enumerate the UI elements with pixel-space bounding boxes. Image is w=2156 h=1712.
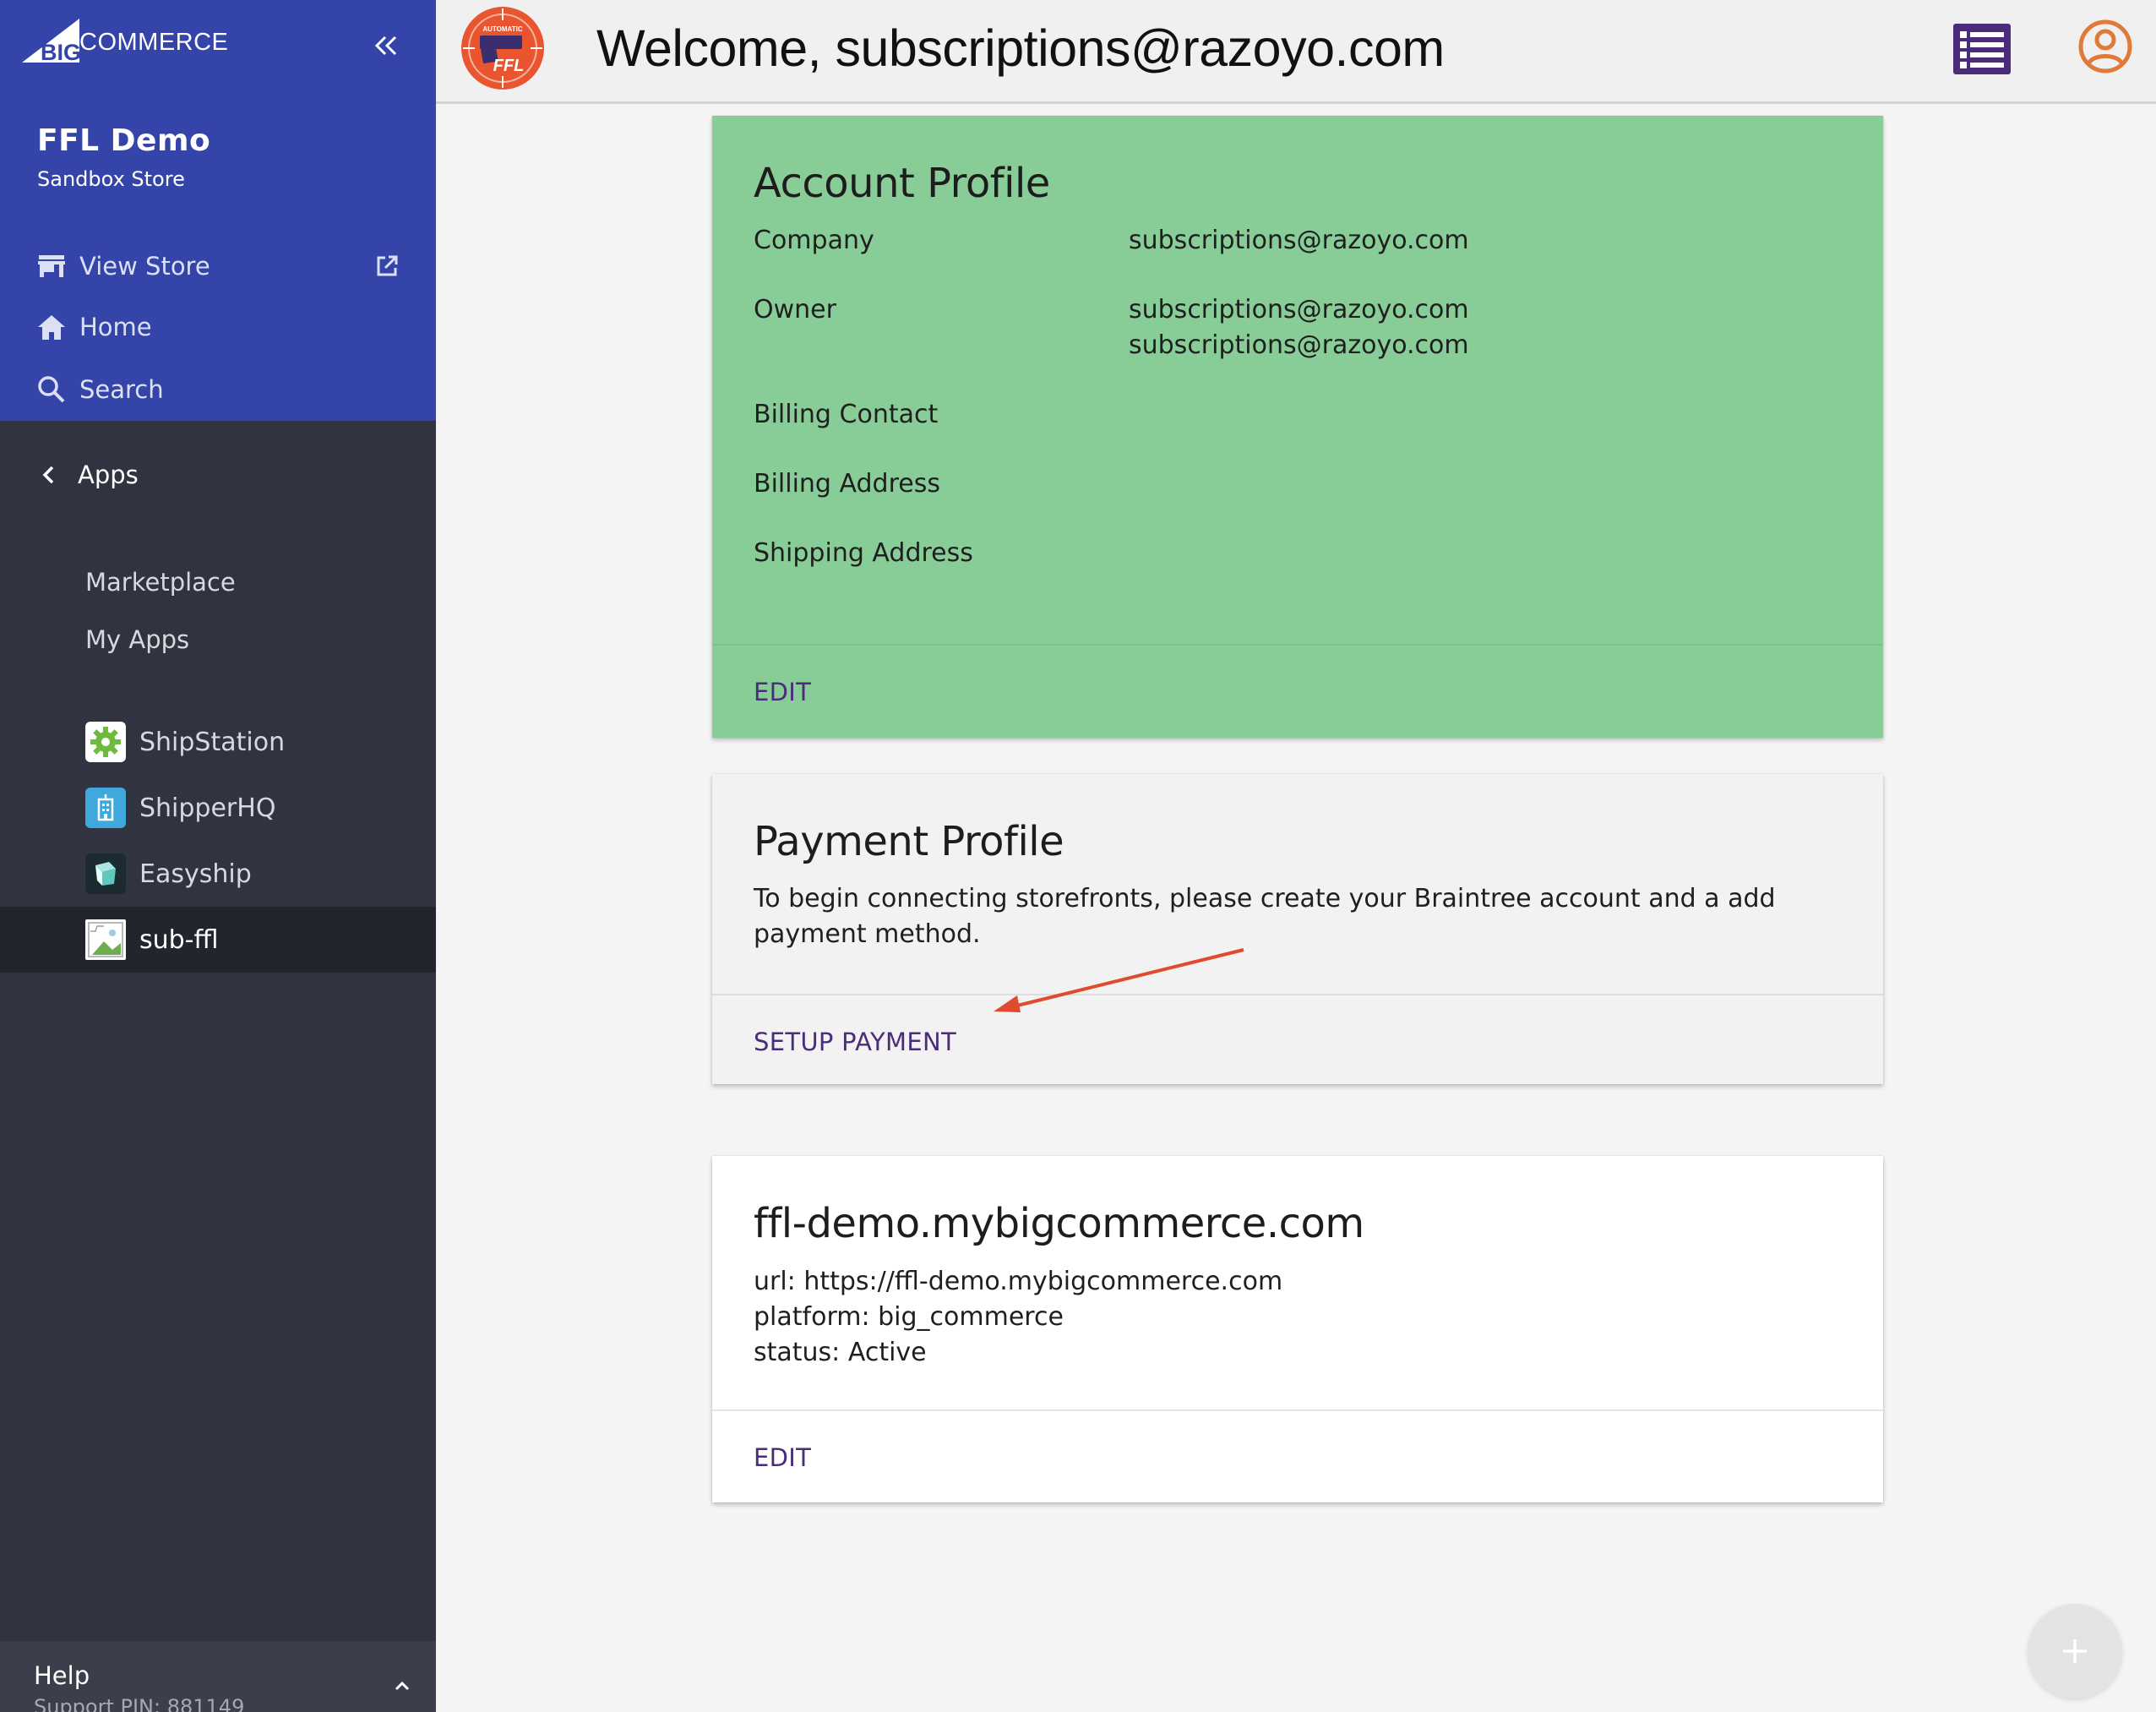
storefront-status: status: Active — [754, 1338, 927, 1367]
payment-profile-description: To begin connecting storefronts, please … — [754, 884, 1776, 949]
app-label: Easyship — [139, 859, 252, 889]
card-divider — [712, 1409, 1883, 1411]
storefront-url: url: https://ffl-demo.mybigcommerce.com — [754, 1267, 1283, 1296]
apps-section-label: Apps — [78, 461, 139, 489]
automatic-ffl-logo: AUTOMATIC FFL — [461, 7, 544, 90]
help-title: Help — [34, 1661, 90, 1690]
account-profile-card: Account Profile Company subscriptions@ra… — [712, 116, 1883, 738]
plus-icon — [2063, 1639, 2087, 1663]
storefront-title: ffl-demo.mybigcommerce.com — [754, 1200, 1364, 1247]
app-item-shipperhq[interactable]: ShipperHQ — [0, 775, 436, 841]
sidebar-item-my-apps[interactable]: My Apps — [85, 625, 189, 654]
sidebar-item-marketplace[interactable]: Marketplace — [85, 568, 236, 597]
storefront-platform: platform: big_commerce — [754, 1302, 1064, 1332]
easyship-box-icon — [85, 853, 126, 894]
shipping-address-label: Shipping Address — [754, 538, 973, 568]
nav-home[interactable]: Home — [37, 306, 152, 348]
app-label: ShipperHQ — [139, 793, 276, 823]
external-link-icon[interactable] — [374, 254, 400, 279]
billing-contact-label: Billing Contact — [754, 400, 939, 429]
nav-view-store[interactable]: View Store — [37, 245, 210, 287]
app-label: sub-ffl — [139, 924, 219, 955]
app-item-shipstation[interactable]: ShipStation — [0, 709, 436, 775]
storefront-icon — [38, 255, 65, 277]
annotation-arrow-icon — [994, 948, 1244, 1012]
collapse-sidebar-icon[interactable] — [370, 30, 400, 61]
bigcommerce-logo-mark-icon: BIG — [22, 19, 81, 65]
welcome-title: Welcome, subscriptions@razoyo.com — [596, 19, 1445, 77]
storefront-edit-button[interactable]: EDIT — [754, 1443, 811, 1472]
bigcommerce-logo[interactable]: BIG COMMERCE — [22, 19, 228, 66]
card-divider — [712, 994, 1883, 995]
app-item-sub-ffl[interactable]: sub-ffl — [0, 907, 436, 973]
company-value: subscriptions@razoyo.com — [1129, 226, 1469, 255]
setup-payment-button[interactable]: SETUP PAYMENT — [754, 1028, 956, 1056]
broken-image-icon — [85, 919, 126, 960]
account-profile-title: Account Profile — [754, 160, 1050, 207]
app-item-easyship[interactable]: Easyship — [0, 841, 436, 907]
nav-search[interactable]: Search — [37, 368, 164, 411]
logo-main-text: FFL — [493, 57, 525, 75]
payment-profile-title: Payment Profile — [754, 818, 1064, 865]
owner-value-secondary: subscriptions@razoyo.com — [1129, 330, 1469, 360]
nav-search-label: Search — [79, 375, 164, 404]
apps-back-button[interactable]: Apps — [0, 451, 436, 499]
nav-view-store-label: View Store — [79, 252, 210, 281]
app-header: AUTOMATIC FFL Welcome, subscriptions@raz… — [436, 0, 2156, 104]
shipperhq-building-icon — [85, 788, 126, 828]
nav-home-label: Home — [79, 313, 152, 341]
list-menu-icon[interactable] — [1953, 24, 2011, 74]
owner-value: subscriptions@razoyo.com — [1129, 295, 1469, 324]
store-type: Sandbox Store — [37, 167, 185, 191]
help-panel[interactable]: Help Support PIN: 881149 — [0, 1641, 436, 1712]
store-name: FFL Demo — [37, 123, 211, 158]
account-circle-icon[interactable] — [2077, 19, 2133, 74]
account-edit-button[interactable]: EDIT — [754, 678, 811, 706]
logo-top-text: AUTOMATIC — [482, 25, 522, 33]
app-label: ShipStation — [139, 727, 286, 757]
support-pin: Support PIN: 881149 — [34, 1695, 245, 1712]
logo-text: COMMERCE — [79, 28, 229, 56]
chevron-left-icon — [42, 466, 54, 484]
sidebar: BIG COMMERCE FFL Demo Sandbox Store View… — [0, 0, 436, 1712]
card-divider — [712, 644, 1883, 646]
search-icon — [38, 376, 65, 403]
billing-address-label: Billing Address — [754, 469, 940, 499]
payment-profile-card: Payment Profile To begin connecting stor… — [712, 774, 1883, 1084]
logo-prefix: BIG — [41, 40, 81, 65]
storefront-card: ffl-demo.mybigcommerce.com url: https://… — [712, 1156, 1883, 1502]
sidebar-header: BIG COMMERCE FFL Demo Sandbox Store View… — [0, 0, 436, 421]
chevron-up-icon[interactable] — [394, 1680, 411, 1692]
shipstation-gear-icon — [85, 722, 126, 762]
company-label: Company — [754, 226, 874, 255]
home-icon — [38, 315, 65, 340]
add-fab-button[interactable] — [2028, 1604, 2122, 1698]
owner-label: Owner — [754, 295, 836, 324]
